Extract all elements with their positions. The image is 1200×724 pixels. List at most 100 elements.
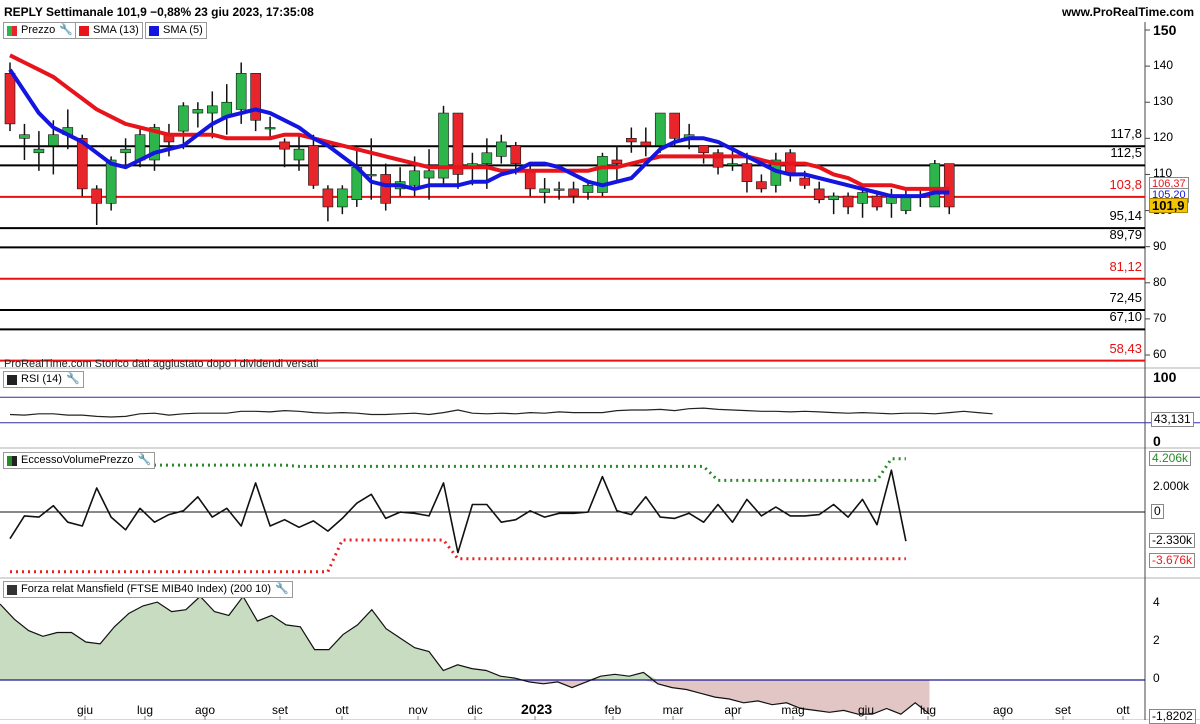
sma13-swatch <box>79 25 89 36</box>
candle-body <box>842 195 854 208</box>
volume-legend-label: EccessoVolumePrezzo <box>21 454 134 466</box>
y-tick-label: 80 <box>1153 274 1167 289</box>
mansfield-value-badge: -1,8202 <box>1149 708 1196 724</box>
candle-body <box>337 188 348 208</box>
y-tick-label: 120 <box>1153 130 1174 145</box>
level-label: 58,43 <box>1109 340 1142 356</box>
candle-body <box>626 138 637 143</box>
candle-body <box>799 177 811 186</box>
x-tick-label: 2023 <box>521 701 553 717</box>
x-tick-label: set <box>271 703 288 717</box>
candle-body <box>900 195 912 211</box>
rsi-y-tick-label: 0 <box>1153 433 1161 449</box>
candle-body <box>19 134 30 139</box>
x-tick-label: apr <box>724 703 742 717</box>
wrench-icon[interactable]: 🔧 <box>59 23 73 38</box>
rsi-legend-label: RSI (14) <box>21 373 62 385</box>
x-tick-label: giu <box>76 703 93 717</box>
candle-body <box>582 184 594 193</box>
price-legend[interactable]: Prezzo 🔧 <box>3 22 77 39</box>
candle-body <box>669 112 681 139</box>
y-tick-label: 90 <box>1153 238 1167 253</box>
x-tick-label: mar <box>662 703 684 717</box>
y-tick-label: 60 <box>1153 347 1167 361</box>
candle-body <box>553 188 565 191</box>
level-label: 103,8 <box>1109 176 1142 192</box>
sma13-legend[interactable]: SMA (13) <box>75 22 143 39</box>
rsi-line <box>9 407 993 418</box>
candle-body <box>264 127 276 130</box>
candle-body <box>828 195 839 201</box>
candle-body <box>192 109 204 114</box>
x-tick-label: nov <box>408 703 428 717</box>
candle-body <box>178 105 189 132</box>
candle-body <box>4 73 16 125</box>
mansfield-y-tick-label: 0 <box>1153 671 1160 685</box>
candle-body <box>322 188 334 208</box>
volume-line <box>9 469 907 554</box>
x-tick-label: dic <box>467 703 483 717</box>
x-tick-label: ago <box>992 703 1014 717</box>
wrench-icon[interactable]: 🔧 <box>66 372 80 387</box>
rsi-swatch <box>7 374 17 385</box>
candle-body <box>654 112 666 146</box>
rsi-value-badge: 43,131 <box>1151 412 1194 428</box>
last-price-badge: 101,9 <box>1149 197 1188 213</box>
candle-body <box>568 188 579 197</box>
wrench-icon[interactable]: 🔧 <box>138 453 152 468</box>
candle-body <box>250 73 261 121</box>
rsi-legend[interactable]: RSI (14) 🔧 <box>3 371 84 388</box>
mansfield-legend[interactable]: Forza relat Mansfield (FTSE MIB40 Index)… <box>3 581 293 598</box>
sma5-swatch <box>149 25 159 36</box>
sma13-line <box>9 53 950 191</box>
level-label: 117,8 <box>1110 126 1142 142</box>
candle-body <box>235 73 247 110</box>
candle-body <box>524 170 536 190</box>
candle-body <box>293 148 305 161</box>
positive-area <box>0 596 930 680</box>
y-tick-label: 130 <box>1153 94 1174 109</box>
volume-legend[interactable]: EccessoVolumePrezzo 🔧 <box>3 452 156 469</box>
level-label: 72,45 <box>1109 290 1142 306</box>
mansfield-legend-label: Forza relat Mansfield (FTSE MIB40 Index)… <box>21 583 272 595</box>
mansfield-y-tick-label: 2 <box>1153 633 1160 647</box>
sma5-legend[interactable]: SMA (5) <box>145 22 207 39</box>
volume-value-badge: -2.330k <box>1149 532 1196 548</box>
mansfield-y-tick-label: 4 <box>1153 595 1160 609</box>
dividend-note: ProRealTime.com Storico dati aggiustato … <box>4 358 319 370</box>
y-tick-label: 140 <box>1153 58 1174 73</box>
candle-body <box>207 105 218 114</box>
level-label: 89,79 <box>1109 227 1142 243</box>
candle-body <box>409 170 420 186</box>
candle-body <box>308 145 319 186</box>
candle-body <box>380 174 392 204</box>
x-tick-label: lug <box>919 703 936 717</box>
candle-body <box>423 170 435 179</box>
x-tick-label: giu <box>857 703 874 717</box>
candle-body <box>698 145 709 154</box>
volume-swatch <box>7 455 17 466</box>
level-label: 112,5 <box>1110 145 1142 161</box>
candle-body <box>510 145 522 164</box>
lower-value-badge: -3.676k <box>1149 552 1196 568</box>
candle-body <box>279 141 290 150</box>
x-tick-label: set <box>1054 703 1071 717</box>
candle-body <box>727 163 738 166</box>
candle-body <box>495 141 507 157</box>
x-tick-label: ott <box>1116 703 1130 717</box>
candle-body <box>756 181 767 190</box>
x-tick-label: ott <box>335 703 349 717</box>
candle-body <box>640 141 652 146</box>
candle-body <box>741 163 753 182</box>
upper-value-badge: 4.206k <box>1149 450 1192 466</box>
x-tick-label: ago <box>194 703 216 717</box>
y-tick-label: 70 <box>1153 310 1167 325</box>
price-legend-label: Prezzo <box>21 24 56 36</box>
chart-title: REPLY Settimanale 101,9 −0,88% 23 giu 20… <box>4 5 314 19</box>
lower-dots-line <box>10 538 906 574</box>
sma5-legend-label: SMA (5) <box>163 24 203 36</box>
candle-body <box>481 152 493 164</box>
candle-body <box>929 163 941 208</box>
wrench-icon[interactable]: 🔧 <box>275 582 289 597</box>
candle-body <box>33 148 45 154</box>
